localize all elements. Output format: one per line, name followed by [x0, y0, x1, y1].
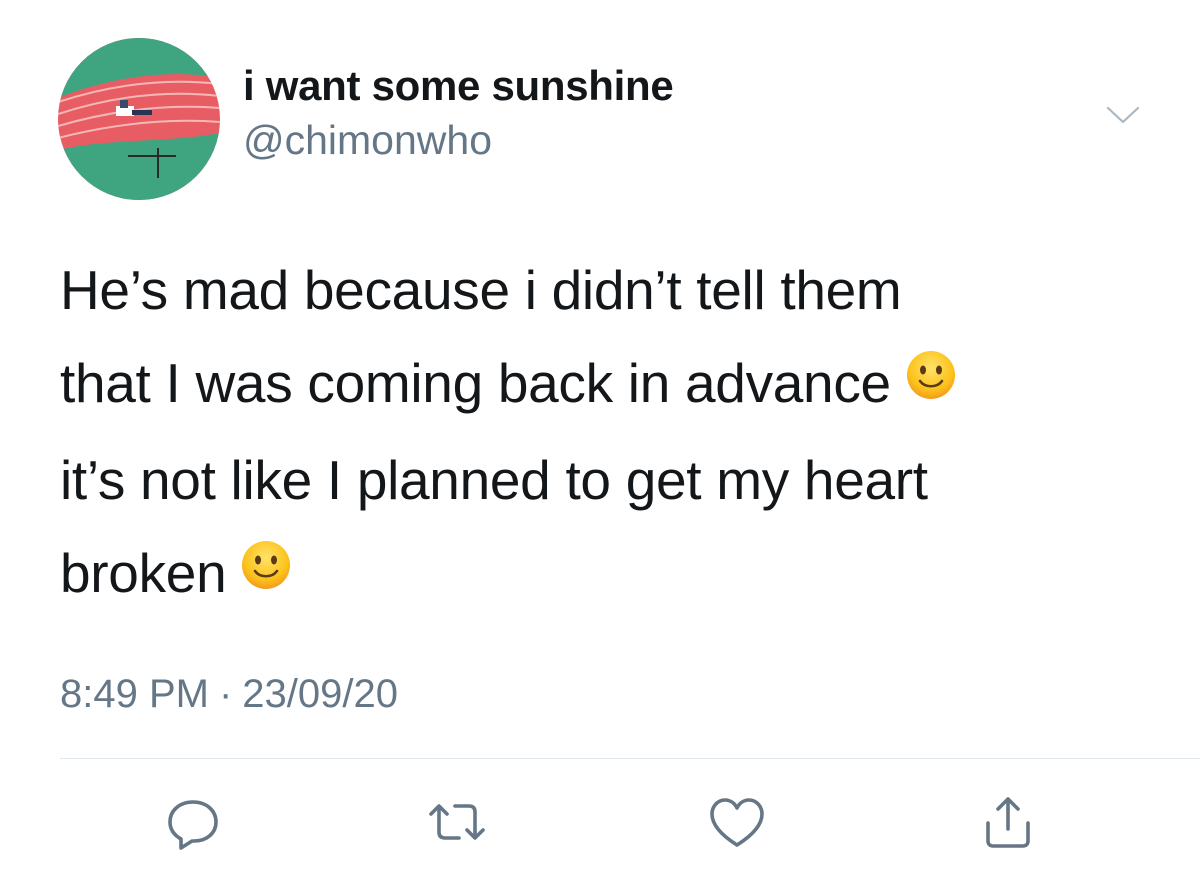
tweet-line: He’s mad because i didn’t tell them	[60, 244, 1170, 337]
share-button[interactable]	[976, 790, 1040, 854]
display-name[interactable]: i want some sunshine	[243, 62, 674, 110]
tweet-line-text: He’s mad because i didn’t tell them	[60, 259, 902, 321]
slightly-smiling-face-icon	[240, 526, 292, 619]
avatar[interactable]	[58, 38, 220, 200]
tweet-card: i want some sunshine @chimonwho He’s mad…	[0, 0, 1200, 887]
tweet-line-text: it’s not like I planned to get my heart	[60, 448, 928, 511]
reply-button[interactable]	[161, 790, 225, 854]
tweet-time: 8:49 PM	[60, 672, 209, 716]
slightly-smiling-face-icon	[905, 336, 957, 429]
meta-separator: ·	[218, 672, 233, 716]
retweet-button[interactable]	[425, 790, 489, 854]
tweet-text: He’s mad because i didn’t tell them that…	[60, 244, 1170, 624]
tweet-line: broken	[60, 527, 1170, 624]
tweet-line: it’s not like I planned to get my heart	[60, 434, 1170, 527]
tweet-timestamp[interactable]: 8:49 PM · 23/09/20	[60, 672, 398, 717]
tweet-line: that I was coming back in advance	[60, 337, 1170, 434]
chevron-down-icon[interactable]	[1100, 98, 1146, 132]
tweet-line-text: that I was coming back in advance	[60, 352, 891, 414]
share-icon	[986, 797, 1030, 848]
heart-icon	[710, 798, 764, 847]
tweet-line-text: broken	[60, 541, 227, 604]
reply-icon	[168, 800, 218, 850]
tweet-date: 23/09/20	[242, 672, 398, 716]
retweet-icon	[429, 804, 485, 840]
user-handle[interactable]: @chimonwho	[243, 117, 492, 164]
like-button[interactable]	[705, 790, 769, 854]
divider	[60, 758, 1200, 759]
